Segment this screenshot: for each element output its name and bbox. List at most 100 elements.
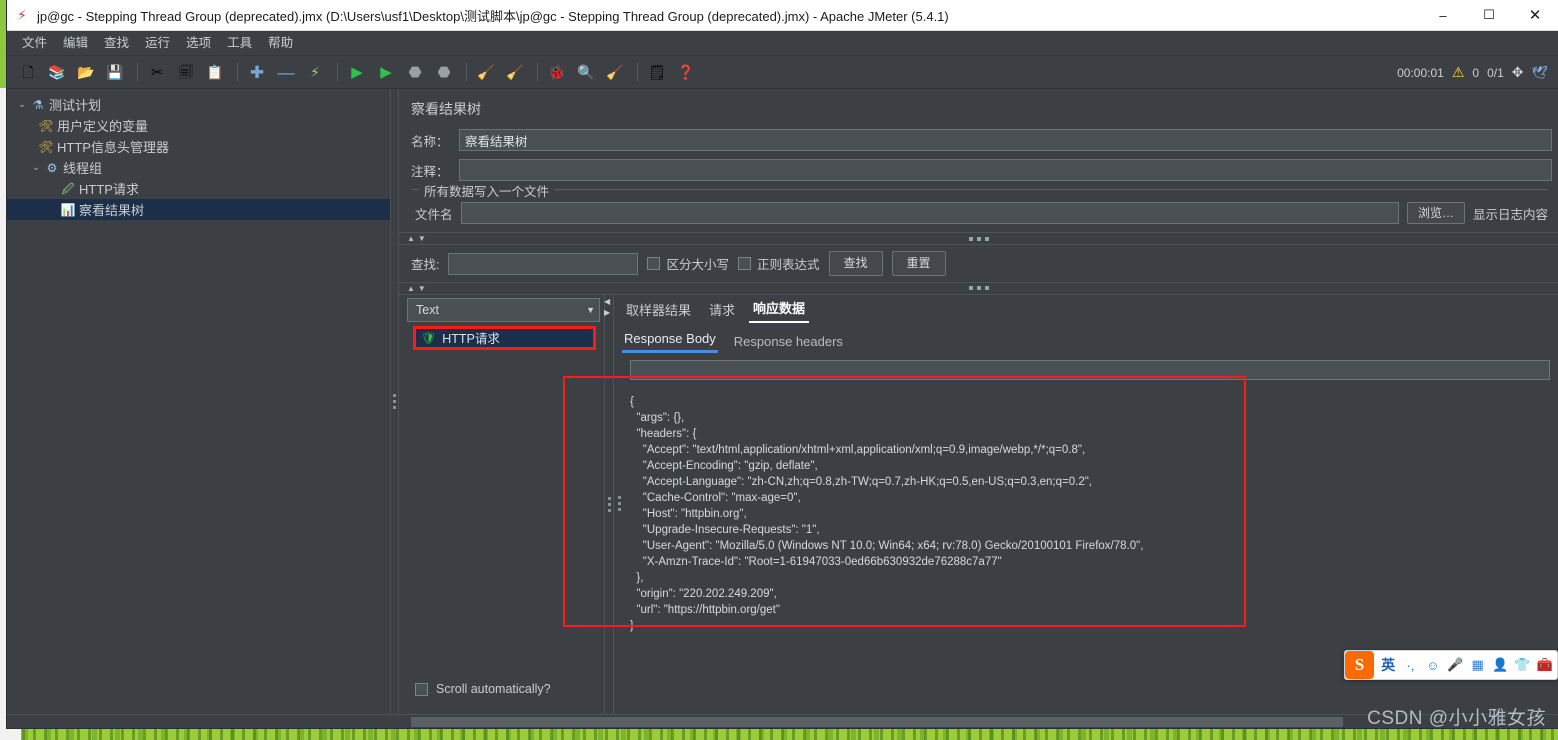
warning-count: 0 — [1472, 65, 1480, 80]
search-input[interactable] — [448, 252, 639, 275]
function-helper-icon[interactable]: 🐞 — [544, 60, 570, 84]
tab-scroll-left-icon[interactable]: ◀ — [604, 297, 610, 306]
tree-node-header-manager[interactable]: 🛠 HTTP信息头管理器 — [7, 136, 399, 157]
chevron-down-icon[interactable]: ⌄ — [15, 99, 29, 110]
gutter-grip-icon — [618, 495, 621, 511]
save-icon[interactable]: 💾 — [102, 60, 128, 84]
collapse-bar-upper[interactable]: ▲▼ — [399, 232, 1558, 246]
comment-input[interactable] — [459, 159, 1552, 181]
reset-button[interactable]: 重置 — [891, 251, 946, 276]
maximize-button[interactable]: ☐ — [1466, 0, 1512, 31]
reset-search-icon[interactable]: 🧹 — [602, 60, 628, 84]
collapse-icon[interactable]: — — [273, 60, 299, 84]
tree-node-label: 察看结果树 — [79, 203, 145, 218]
remote-engine-icon[interactable]: ✥ — [1512, 64, 1524, 81]
results-splitter[interactable] — [604, 294, 614, 714]
toggle-icon[interactable]: ⚡ — [302, 60, 328, 84]
log-display-label: 显示日志内容 — [1472, 207, 1548, 222]
tree-splitter[interactable] — [390, 89, 399, 714]
test-plan-tree: ⌄ ⚗ 测试计划 🛠 用户定义的变量 🛠 HTTP信息头管理器 ⌄ ⚙ 线程组 … — [7, 89, 399, 714]
elapsed-time: 00:00:01 — [1397, 65, 1444, 80]
horizontal-scrollbar[interactable] — [7, 714, 1558, 728]
checkbox-box[interactable] — [647, 257, 661, 271]
tree-node-view-results-tree[interactable]: 📊 察看结果树 — [7, 199, 399, 220]
open-icon[interactable]: 📂 — [73, 60, 99, 84]
toolbar-separator — [537, 63, 538, 81]
scroll-automatically-checkbox[interactable]: Scroll automatically? — [399, 682, 604, 714]
new-icon[interactable]: 🗋 — [15, 60, 41, 84]
scroll-automatically-label: Scroll automatically? — [436, 682, 551, 696]
menu-tools[interactable]: 工具 — [220, 34, 259, 53]
copy-icon[interactable]: 🗐 — [173, 60, 199, 84]
case-sensitive-checkbox[interactable]: 区分大小写 — [647, 254, 729, 273]
log-viewer-icon[interactable]: 🗒 — [644, 60, 670, 84]
clear-icon[interactable]: 🧹 — [473, 60, 499, 84]
checkbox-box[interactable] — [738, 257, 751, 271]
comment-label: 注释： — [411, 164, 449, 179]
shutdown-icon[interactable]: ⬣ — [431, 60, 457, 84]
voice-input-icon[interactable]: 🎤 — [1447, 657, 1463, 673]
menu-options[interactable]: 选项 — [179, 34, 218, 53]
filename-input[interactable] — [460, 202, 1399, 225]
cut-icon[interactable]: ✂ — [144, 60, 170, 84]
name-input[interactable]: 察看结果树 — [459, 129, 1552, 151]
list-item[interactable]: 🛡 HTTP请求 — [413, 325, 596, 350]
start-icon[interactable]: ▶ — [344, 60, 370, 84]
collapse-arrows-icon[interactable]: ▲▼ — [407, 284, 429, 293]
punctuation-icon[interactable]: ·, — [1402, 658, 1418, 673]
results-list[interactable]: 🛡 HTTP请求 — [399, 321, 604, 682]
tab-response-data[interactable]: 响应数据 — [749, 296, 810, 323]
tab-sampler-result[interactable]: 取样器结果 — [622, 298, 695, 323]
emoji-icon[interactable]: ☺ — [1425, 658, 1441, 673]
paste-icon[interactable]: 📋 — [202, 60, 228, 84]
search-icon[interactable]: 🔍 — [573, 60, 599, 84]
regex-checkbox[interactable]: 正则表达式 — [738, 254, 820, 273]
chevron-down-icon[interactable]: ⌄ — [29, 162, 43, 173]
tab-scroll-arrows[interactable]: ◀ ▶ — [604, 297, 610, 317]
sogou-logo-icon[interactable]: S — [1345, 651, 1374, 679]
write-results-group: 所有数据写入一个文件 文件名 浏览… 显示日志内容 — [411, 181, 1548, 226]
tab-response-body[interactable]: Response Body — [622, 329, 718, 353]
lang-chinese-icon[interactable]: 英 — [1380, 655, 1396, 675]
tree-node-test-plan[interactable]: ⌄ ⚗ 测试计划 — [7, 94, 399, 115]
jmeter-bird-icon[interactable]: 🕊 — [1531, 65, 1548, 81]
tree-node-label: HTTP信息头管理器 — [57, 140, 169, 155]
collapse-bar-lower[interactable]: ▲▼ — [399, 281, 1558, 295]
tree-node-http-request[interactable]: 🖉 HTTP请求 — [7, 178, 399, 199]
toolbox-icon[interactable]: 🧰 — [1537, 657, 1553, 673]
scrollbar-thumb[interactable] — [411, 717, 1343, 727]
start-no-pauses-icon[interactable]: ▶ — [373, 60, 399, 84]
minimize-button[interactable]: – — [1420, 0, 1466, 31]
tree-node-user-variables[interactable]: 🛠 用户定义的变量 — [7, 115, 399, 136]
find-button[interactable]: 查找 — [828, 251, 883, 276]
menu-help[interactable]: 帮助 — [261, 34, 300, 53]
tree-node-thread-group[interactable]: ⌄ ⚙ 线程组 — [7, 157, 399, 178]
soft-keyboard-icon[interactable]: ▦ — [1469, 657, 1485, 673]
templates-icon[interactable]: 📚 — [44, 60, 70, 84]
menu-file[interactable]: 文件 — [15, 34, 54, 53]
user-icon[interactable]: 👤 — [1492, 657, 1508, 673]
search-row: 查找: 区分大小写 正则表达式 查找 重置 — [399, 245, 1558, 281]
checkbox-box[interactable] — [415, 682, 428, 696]
name-row: 名称： 察看结果树 — [399, 127, 1558, 153]
tab-response-headers[interactable]: Response headers — [732, 332, 845, 353]
collapse-arrows-icon[interactable]: ▲▼ — [407, 234, 429, 243]
user-variables-icon: 🛠 — [38, 118, 54, 133]
expand-icon[interactable]: ✚ — [244, 60, 270, 84]
stop-icon[interactable]: ⬣ — [402, 60, 428, 84]
renderer-select[interactable]: Text ▼ — [407, 297, 600, 322]
menu-run[interactable]: 运行 — [138, 34, 177, 53]
tab-request[interactable]: 请求 — [705, 298, 739, 323]
clear-all-icon[interactable]: 🧹 — [502, 60, 528, 84]
response-filter-input[interactable] — [630, 359, 1550, 380]
chevron-down-icon[interactable]: ▼ — [586, 305, 595, 315]
menu-search[interactable]: 查找 — [97, 34, 136, 53]
browse-button[interactable]: 浏览… — [1406, 202, 1465, 225]
view-results-tree-panel: 察看结果树 名称： 察看结果树 注释： 所有数据写入一个文件 文件名 浏览… 显… — [399, 89, 1558, 714]
warning-triangle-icon[interactable]: ⚠ — [1452, 64, 1465, 81]
menu-edit[interactable]: 编辑 — [56, 34, 95, 53]
help-icon[interactable]: ❓ — [673, 60, 699, 84]
tab-scroll-right-icon[interactable]: ▶ — [604, 308, 610, 317]
close-button[interactable]: ✕ — [1512, 0, 1558, 31]
skin-icon[interactable]: 👕 — [1514, 657, 1530, 673]
